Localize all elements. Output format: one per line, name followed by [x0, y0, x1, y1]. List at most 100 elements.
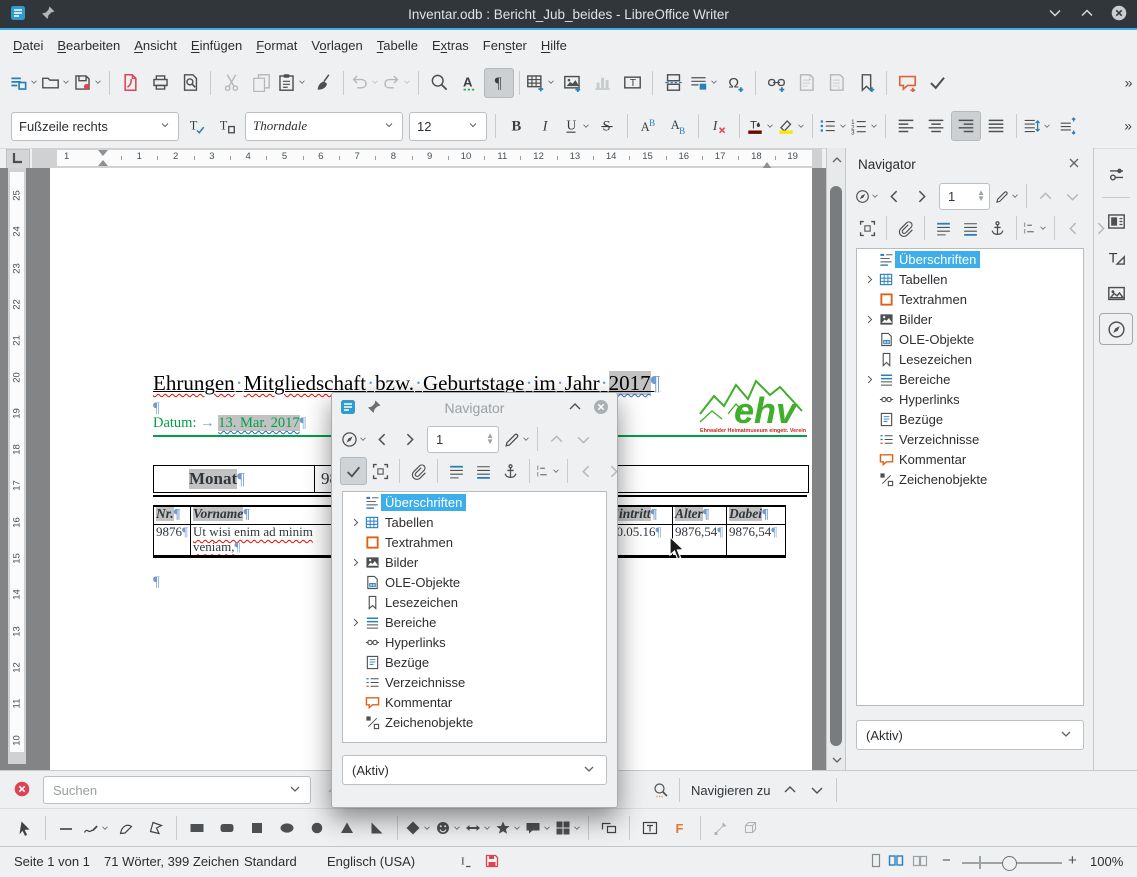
- strikethrough-button[interactable]: S: [592, 111, 622, 141]
- dropdown-arrow-icon[interactable]: [581, 119, 591, 134]
- dropdown-arrow-icon[interactable]: [100, 821, 110, 836]
- vertical-scrollbar[interactable]: [826, 148, 846, 770]
- print-button[interactable]: [145, 68, 175, 98]
- dock-navigator-footer-toggle-button[interactable]: [957, 214, 984, 242]
- clear-formatting-button[interactable]: I: [704, 111, 734, 141]
- dock-navigator-tree-item-bereiche[interactable]: Bereiche: [857, 369, 1083, 389]
- expander-icon[interactable]: [861, 314, 877, 325]
- dropdown-arrow-icon[interactable]: [1010, 189, 1020, 204]
- dropdown-arrow-icon[interactable]: [572, 821, 582, 836]
- multi-page-view-button[interactable]: [888, 853, 904, 872]
- dropdown-arrow-icon[interactable]: [870, 189, 880, 204]
- dock-navigator-tree-item-bilder[interactable]: Bilder: [857, 309, 1083, 329]
- search-combo[interactable]: [43, 776, 311, 804]
- dropdown-arrow-icon[interactable]: [521, 432, 531, 447]
- underline-button[interactable]: U: [561, 111, 592, 141]
- dropdown-arrow-icon[interactable]: [1042, 119, 1052, 134]
- menu-fenster[interactable]: Fenster: [476, 33, 534, 58]
- scroll-up-arrow[interactable]: [829, 152, 845, 171]
- sidebar-tab-page[interactable]: [1099, 205, 1133, 237]
- cut-button[interactable]: [216, 68, 246, 98]
- float-navigator-tree-item-zeichenobjekte[interactable]: Zeichenobjekte: [343, 712, 606, 732]
- dock-navigator-navigate-by-button[interactable]: [854, 182, 881, 210]
- book-view-button[interactable]: [912, 853, 928, 872]
- insert-line-button[interactable]: [51, 813, 81, 843]
- dock-navigator-tree-item-hyperlinks[interactable]: Hyperlinks: [857, 389, 1083, 409]
- dock-navigator-header-toggle-button[interactable]: [930, 214, 957, 242]
- subscript-button[interactable]: AB: [663, 111, 693, 141]
- dock-navigator-tree-item-zeichenobjekte[interactable]: Zeichenobjekte: [857, 469, 1083, 489]
- spinner-arrows-icon[interactable]: ▲▼: [486, 433, 494, 445]
- formatting-marks-button[interactable]: ¶: [484, 68, 514, 98]
- dropdown-arrow-icon[interactable]: [61, 75, 71, 90]
- bullet-list-button[interactable]: [818, 111, 849, 141]
- menu-vorlagen[interactable]: Vorlagen: [304, 33, 369, 58]
- float-navigator-previous-entry-button[interactable]: [369, 425, 396, 453]
- first-line-indent-marker[interactable]: [98, 149, 108, 170]
- dropdown-arrow-icon[interactable]: [838, 119, 848, 134]
- superscript-button[interactable]: AB: [633, 111, 663, 141]
- dropdown-arrow-icon[interactable]: [297, 75, 307, 90]
- menu-hilfe[interactable]: Hilfe: [534, 33, 574, 58]
- float-navigator-move-down-button[interactable]: [570, 425, 597, 453]
- highlight-color-button[interactable]: [776, 111, 807, 141]
- dropdown-arrow-icon[interactable]: [542, 821, 552, 836]
- dock-navigator-toggle-master-view-button[interactable]: [854, 214, 881, 242]
- polygon-button[interactable]: [141, 813, 171, 843]
- insert-chart-button[interactable]: [587, 68, 617, 98]
- basic-shapes-button[interactable]: [403, 813, 433, 843]
- table-data-cell[interactable]: 9876,54¶: [673, 525, 727, 557]
- float-navigator-navigate-by-button[interactable]: [340, 425, 369, 453]
- menu-extras[interactable]: Extras: [425, 33, 476, 58]
- callout-shapes-button[interactable]: [523, 813, 553, 843]
- float-navigator-tree-item-textrahmen[interactable]: Textrahmen: [343, 532, 606, 552]
- find-replace-button[interactable]: [424, 68, 454, 98]
- expander-icon[interactable]: [861, 374, 877, 385]
- float-navigator-move-up-button[interactable]: [543, 425, 570, 453]
- float-navigator-edit-entry-button[interactable]: [503, 425, 532, 453]
- dock-navigator-move-down-button[interactable]: [1059, 182, 1086, 210]
- dock-navigator-tree-item-berschriften[interactable]: Überschriften: [857, 249, 1083, 269]
- menu-format[interactable]: Format: [249, 33, 304, 58]
- expander-icon[interactable]: [347, 557, 363, 568]
- search-input[interactable]: [51, 782, 255, 799]
- dropdown-arrow-icon[interactable]: [358, 432, 368, 447]
- float-navigator-tree-item-kommentar[interactable]: Kommentar: [343, 692, 606, 712]
- dropdown-arrow-icon[interactable]: [29, 75, 39, 90]
- zoom-in-button[interactable]: +: [1068, 852, 1077, 869]
- table-data-cell[interactable]: 9876¶: [154, 525, 191, 557]
- find-all-button[interactable]: [647, 776, 674, 804]
- copy-button[interactable]: [246, 68, 276, 98]
- float-navigator-tree-item-oleobjekte[interactable]: OLE-Objekte: [343, 572, 606, 592]
- close-find-bar-button[interactable]: [14, 781, 30, 800]
- dialog-collapse-icon[interactable]: [567, 399, 583, 418]
- save-button[interactable]: [72, 68, 104, 98]
- align-right-button[interactable]: [951, 111, 981, 141]
- block-arrows-button[interactable]: [463, 813, 493, 843]
- dropdown-arrow-icon[interactable]: [869, 119, 879, 134]
- ehv-logo[interactable]: ehv Ehrwalder Heimatmuseum eingetr. Vere…: [698, 378, 808, 435]
- table-header-cell[interactable]: Dabei¶: [727, 506, 786, 525]
- dock-navigator-page-spinner[interactable]: 1▲▼: [939, 183, 990, 210]
- open-button[interactable]: [40, 68, 72, 98]
- italic-button[interactable]: I: [531, 111, 561, 141]
- new-document-button[interactable]: [8, 68, 40, 98]
- scrollbar-thumb[interactable]: [830, 186, 842, 746]
- dropdown-arrow-icon[interactable]: [796, 119, 806, 134]
- insert-table-button[interactable]: [525, 68, 557, 98]
- zoom-slider-thumb[interactable]: [1002, 856, 1017, 871]
- flowchart-shapes-button[interactable]: [553, 813, 583, 843]
- unsaved-changes-icon[interactable]: [484, 853, 500, 872]
- font-name-combo[interactable]: Thorndale: [245, 112, 403, 141]
- float-navigator-tree-item-hyperlinks[interactable]: Hyperlinks: [343, 632, 606, 652]
- horizontal-ruler[interactable]: 112345678910111213141516171819: [32, 148, 822, 168]
- float-navigator-promote-chapter-button[interactable]: [573, 457, 600, 485]
- star-shapes-button[interactable]: [493, 813, 523, 843]
- dropdown-arrow-icon[interactable]: [93, 75, 103, 90]
- float-navigator-content-view-toggle-button[interactable]: [340, 457, 367, 485]
- vertical-ruler[interactable]: 25242322212019181716151413121110: [8, 168, 26, 764]
- select-button[interactable]: [10, 813, 40, 843]
- insert-field-button[interactable]: [688, 68, 720, 98]
- update-style-button[interactable]: T: [182, 111, 212, 141]
- table-header-cell[interactable]: Alter¶: [673, 506, 727, 525]
